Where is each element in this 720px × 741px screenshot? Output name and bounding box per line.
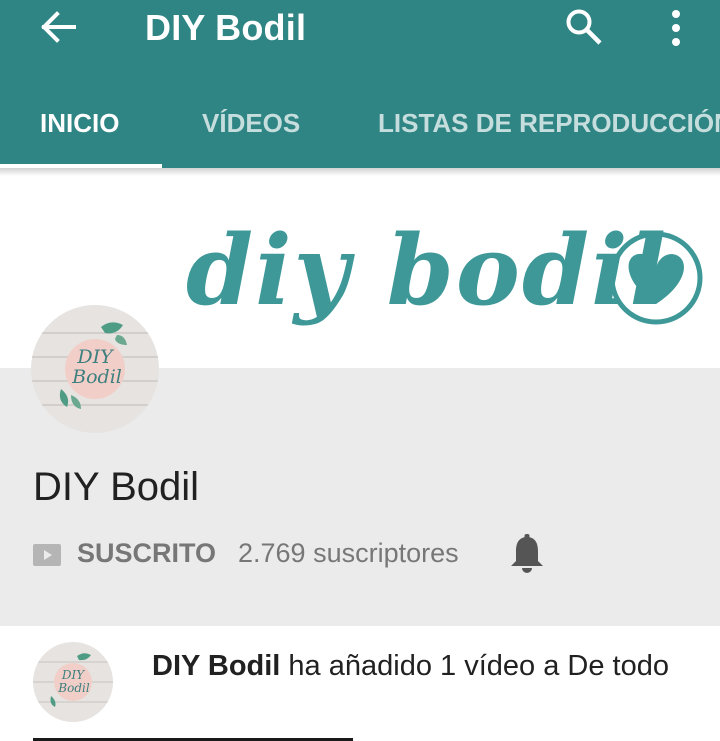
tab-videos[interactable]: VÍDEOS bbox=[202, 108, 300, 139]
banner-logo-text: diy bodil bbox=[186, 214, 668, 327]
subscribed-button[interactable]: SUSCRITO bbox=[77, 538, 216, 569]
avatar-text-line1: DIY bbox=[76, 346, 115, 368]
play-box-icon bbox=[33, 544, 61, 566]
channel-avatar[interactable]: DIY Bodil bbox=[31, 305, 159, 433]
tab-playlists[interactable]: LISTAS DE REPRODUCCIÓN bbox=[378, 108, 720, 139]
bell-icon[interactable] bbox=[507, 533, 547, 575]
tab-inicio[interactable]: INICIO bbox=[40, 108, 119, 139]
channel-name: DIY Bodil bbox=[33, 465, 200, 509]
app-bar: DIY Bodil INICIO VÍDEOS LISTAS DE REPROD… bbox=[0, 0, 720, 168]
more-vert-icon[interactable] bbox=[664, 8, 688, 48]
feed-item-text[interactable]: DIY Bodil ha añadido 1 vídeo a De todo bbox=[152, 647, 672, 685]
arrow-back-icon[interactable] bbox=[38, 10, 78, 44]
feed-avatar[interactable]: DIY Bodil bbox=[33, 642, 113, 722]
feed-avatar-text-line2: Bodil bbox=[57, 681, 90, 695]
subscriber-count: 2.769 suscriptores bbox=[238, 538, 459, 568]
feed-avatar-text-line1: DIY bbox=[61, 668, 85, 682]
avatar-text-line2: Bodil bbox=[71, 366, 122, 388]
feed-action: ha añadido 1 vídeo a De todo bbox=[280, 650, 669, 682]
app-bar-title: DIY Bodil bbox=[145, 7, 307, 48]
search-icon[interactable] bbox=[565, 8, 603, 46]
tab-bar: INICIO VÍDEOS LISTAS DE REPRODUCCIÓN bbox=[0, 90, 720, 168]
feed-author: DIY Bodil bbox=[152, 650, 281, 682]
app-bar-shadow bbox=[0, 168, 720, 176]
